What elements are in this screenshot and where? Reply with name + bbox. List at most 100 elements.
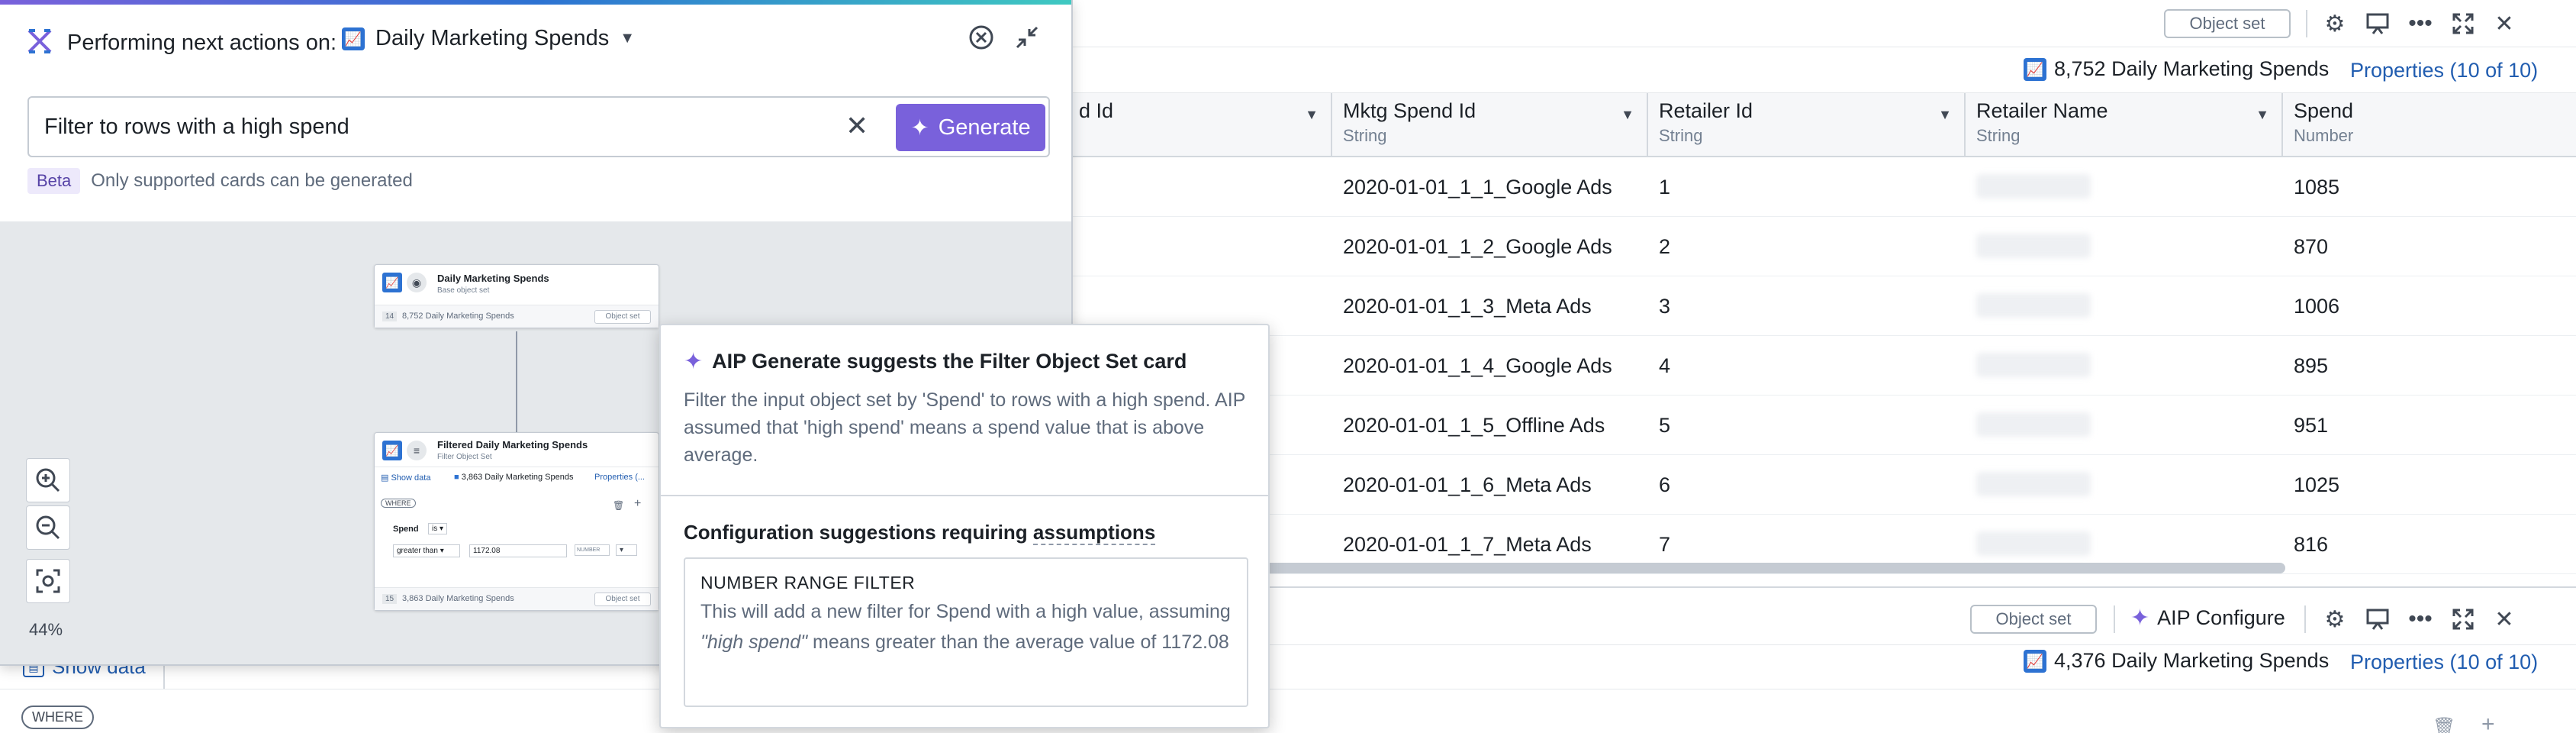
table-row[interactable]: 2020-01-01_1_5_Offline Ads 5 951 [1068,396,2576,455]
cancel-circle-icon[interactable] [966,24,997,55]
cell-spend: 870 [2294,234,2329,258]
properties-link[interactable]: Properties (... [594,473,645,482]
horizontal-scrollbar[interactable] [1263,563,2285,573]
graph-connector [516,331,517,432]
more-options-icon[interactable]: ••• [2405,604,2436,635]
assumptions-term[interactable]: assumptions [1032,521,1156,545]
object-set-button[interactable]: Object set [594,310,651,324]
add-icon[interactable]: + [2481,712,2495,733]
presentation-icon[interactable] [2362,604,2393,635]
sparkle-icon: ✦ [684,349,704,374]
table-header: d Id ▼ Mktg Spend Id String ▼ Retailer I… [1068,93,2576,157]
trash-icon[interactable]: 🗑 [613,500,624,511]
card-badge: 14 [382,312,398,321]
filter-icon: ≡ [407,441,427,460]
minimize-icon[interactable] [1012,24,1042,55]
maximize-icon[interactable] [2448,8,2478,39]
cell-spend: 1025 [2294,473,2340,496]
column-header-mktg-spend-id[interactable]: Mktg Spend Id String ▼ [1332,93,1648,157]
cell-retailer-name-redacted [1976,353,2091,377]
card-subtitle: Filter Object Set [437,453,492,461]
filter-operator-select[interactable]: greater than ▾ [393,544,460,557]
chart-icon: 📈 [382,441,402,460]
properties-link[interactable]: Properties (10 of 10) [2350,59,2538,82]
card-footer-count: 3,863 Daily Marketing Spends [402,594,514,603]
cell-spend: 1006 [2294,294,2340,318]
cell-mktg-spend-id: 2020-01-01_1_3_Meta Ads [1343,294,1592,318]
table-row[interactable]: 2020-01-01_1_4_Google Ads 4 895 [1068,336,2576,396]
prompt-input-value: Filter to rows with a high spend [44,115,349,139]
gear-icon[interactable]: ⚙ [2320,8,2350,39]
caret-down-icon[interactable]: ▼ [1938,107,1952,123]
prompt-input[interactable]: Filter to rows with a high spend ✕ ✦ Gen… [27,96,1050,157]
table-row[interactable]: 2020-01-01_1_3_Meta Ads 3 1006 [1068,276,2576,336]
column-header-retailer-name[interactable]: Retailer Name String ▼ [1966,93,2283,157]
card-footer-count: 8,752 Daily Marketing Spends [402,312,514,321]
card-footer: 14 8,752 Daily Marketing Spends Object s… [375,305,658,328]
object-table-card: Object set ⚙ ••• ✕ 📈 8,752 Daily Marketi… [1068,0,2576,588]
card-title: Filtered Daily Marketing Spends [437,439,588,450]
beta-tag: Beta [27,168,81,194]
filter-suggestion-title: NUMBER RANGE FILTER [700,573,916,593]
properties-link[interactable]: Properties (10 of 10) [2350,651,2538,674]
table-row[interactable]: 2020-01-01_1_1_Google Ads 1 1085 [1068,157,2576,217]
close-icon[interactable]: ✕ [2489,604,2520,635]
filter-is-select[interactable]: is ▾ [428,523,448,534]
graph-card-base[interactable]: 📈 ◉ Daily Marketing Spends Base object s… [374,264,659,328]
filter-unit-tag: NUMBER [575,544,610,556]
suggestion-quote: "high spend" [700,631,808,653]
object-count-label: 3,863 Daily Marketing Spends [461,473,574,482]
cell-mktg-spend-id: 2020-01-01_1_4_Google Ads [1343,354,1612,377]
cell-retailer-id: 3 [1659,294,1671,318]
gear-icon[interactable]: ⚙ [2320,604,2350,635]
zoom-out-icon[interactable] [26,505,70,550]
cell-mktg-spend-id: 2020-01-01_1_5_Offline Ads [1343,413,1605,437]
zoom-in-icon[interactable] [26,458,70,502]
generate-button[interactable]: ✦ Generate [896,104,1045,151]
where-tag: WHERE [21,706,94,729]
close-icon[interactable]: ✕ [2489,8,2520,39]
object-count-label: 4,376 Daily Marketing Spends [2054,649,2330,672]
filter-suggestion-box: NUMBER RANGE FILTER This will add a new … [684,557,1248,707]
chart-icon: 📈 [382,273,402,292]
show-data-button[interactable]: ▤ Show data [381,473,430,483]
generate-label: Generate [938,115,1031,140]
add-icon[interactable]: + [634,497,641,511]
caret-down-icon: ▼ [620,30,636,47]
object-selector[interactable]: 📈 Daily Marketing Spends ▼ [342,26,635,51]
beta-note: Only supported cards can be generated [91,170,413,191]
object-set-button[interactable]: Object set [1970,605,2097,634]
cell-retailer-name-redacted [1976,412,2091,437]
presentation-icon[interactable] [2362,8,2393,39]
object-set-icon: 📈 [2024,649,2046,673]
column-header-spend[interactable]: Spend Number [2283,93,2576,157]
graph-card-filter[interactable]: 📈 ≡ Filtered Daily Marketing Spends Filt… [374,432,659,611]
aip-configure-button[interactable]: ✦ AIP Configure [2130,605,2285,631]
maximize-icon[interactable] [2448,604,2478,635]
fit-to-screen-icon[interactable] [26,559,70,603]
clear-icon[interactable]: ✕ [845,110,868,142]
table-row[interactable]: 2020-01-01_1_2_Google Ads 2 870 [1068,217,2576,276]
column-header-retailer-id[interactable]: Retailer Id String ▼ [1648,93,1966,157]
caret-down-icon[interactable]: ▼ [2256,107,2269,123]
popover-title: ✦ AIP Generate suggests the Filter Objec… [684,348,1187,375]
more-options-icon[interactable]: ••• [2405,8,2436,39]
cell-retailer-name-redacted [1976,234,2091,258]
cell-mktg-spend-id: 2020-01-01_1_6_Meta Ads [1343,473,1592,496]
config-heading-prefix: Configuration suggestions requiring [684,521,1028,544]
table-row[interactable]: 2020-01-01_1_6_Meta Ads 6 1025 [1068,455,2576,515]
trash-icon[interactable]: 🗑 [2433,716,2455,733]
column-type: String [1659,126,1703,145]
column-name: Retailer Name [1976,99,2108,122]
column-name: Mktg Spend Id [1343,99,1476,122]
column-name: d Id [1079,99,1114,122]
filter-value-input[interactable]: 1172.08 [469,544,567,557]
object-set-button[interactable]: Object set [594,593,651,606]
caret-down-icon[interactable]: ▼ [1305,107,1319,123]
filter-options-dropdown[interactable]: ▾ [616,544,637,556]
object-set-button[interactable]: Object set [2164,9,2291,38]
column-header-d-id[interactable]: d Id ▼ [1068,93,1332,157]
caret-down-icon[interactable]: ▼ [1621,107,1634,123]
divider [661,495,1268,496]
filter-field: Spend [393,525,419,534]
